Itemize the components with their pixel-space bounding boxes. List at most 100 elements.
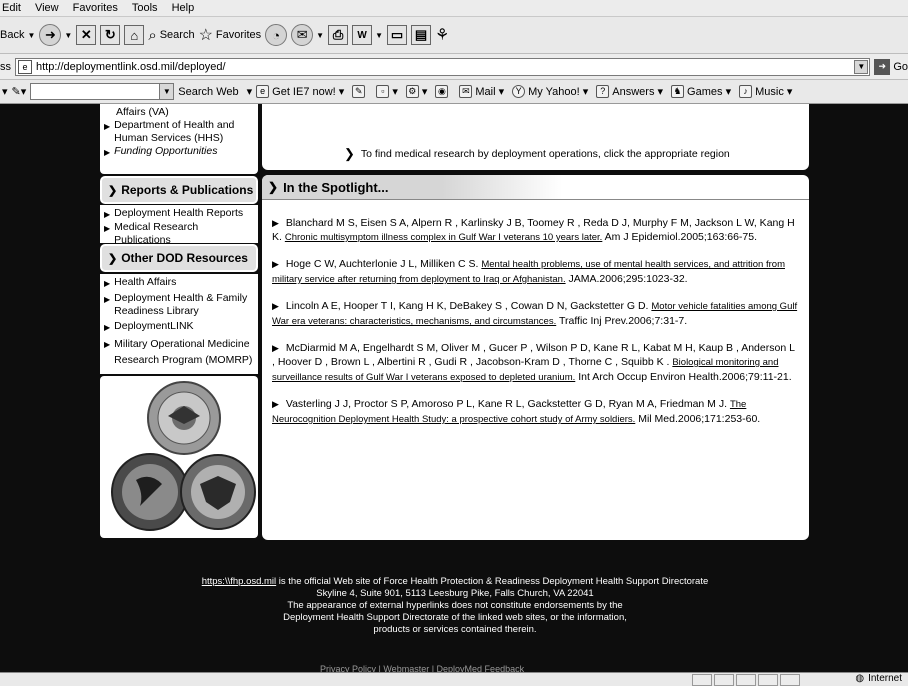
citation-source: Int Arch Occup Environ Health.2006;79:11… — [578, 371, 792, 383]
chevron-down-icon[interactable]: ▼ — [27, 31, 35, 40]
mail-button[interactable]: ✉ ▼ — [291, 22, 324, 48]
chevron-down-icon[interactable]: ▼ — [375, 31, 383, 40]
yahoo-toolbar: ▾ ✎▾ ▼ Search Web ▾ e Get IE7 now! ▾ ✎ ▫… — [0, 80, 908, 104]
my-yahoo-icon: Y — [512, 85, 526, 98]
citation-source: Am J Epidemiol.2005;163:66-75. — [604, 231, 758, 243]
status-bar: ◍ Internet — [0, 672, 908, 686]
answers-label: Answers — [612, 85, 655, 98]
go-button[interactable]: ➜ Go — [874, 58, 908, 75]
sidebar-item-deployment-reports[interactable]: ▶ Deployment Health Reports — [104, 207, 254, 221]
sidebar-item-health-affairs[interactable]: ▶ Health Affairs — [104, 276, 254, 290]
settings-button[interactable]: ⚙ ▾ — [405, 85, 427, 98]
history-button[interactable]: ◔ — [265, 22, 288, 48]
menu-view[interactable]: View — [35, 2, 59, 14]
edit-button[interactable]: W ▼ — [352, 22, 383, 48]
footer-site-link[interactable]: https:\\fhp.osd.mil — [202, 576, 276, 587]
seals-graphic — [111, 381, 256, 531]
sidebar-item-deploymentlink[interactable]: ▶ DeploymentLINK — [104, 320, 254, 334]
spotlight-heading: In the Spotlight... — [283, 179, 389, 195]
menu-bar: Edit View Favorites Tools Help — [0, 0, 908, 17]
sidebar-item-momrp[interactable]: ▶ Military Operational Medicine Research … — [104, 336, 254, 368]
pen-icon: ✎ — [352, 85, 366, 98]
chevron-down-icon[interactable]: ▼ — [854, 59, 869, 74]
print-button[interactable]: ⎙ — [328, 22, 349, 48]
sidebar-item-label: Health Affairs — [114, 276, 177, 288]
sidebar-item-family-library[interactable]: ▶ Deployment Health & Family Readiness Li… — [104, 292, 254, 318]
sidebar-item-label: Affairs (VA) — [116, 106, 169, 118]
antispy-button[interactable]: ◉ — [435, 85, 451, 98]
sidebar-item-label: DeploymentLINK — [114, 320, 194, 332]
home-button[interactable]: ⌂ — [124, 22, 145, 48]
back-label: Back — [0, 29, 25, 41]
yahoo-search-input[interactable] — [30, 83, 161, 100]
standard-toolbar: Back ▼ ➜ ▼ ✕ ↻ ⌂ ⌕ Search ☆ Favorites ◔ … — [0, 17, 908, 54]
citation-source: JAMA.2006;295:1023-32. — [568, 273, 688, 285]
footer-text: is the official Web site of Force Health… — [276, 576, 709, 587]
sidebar-item-va[interactable]: Affairs (VA) — [104, 106, 254, 119]
bullet-icon: ▶ — [104, 340, 111, 349]
search-web-dropdown[interactable]: ▾ — [247, 85, 253, 98]
my-yahoo-button[interactable]: Y My Yahoo! ▾ — [512, 85, 588, 98]
back-button[interactable]: Back ▼ — [0, 22, 35, 48]
citation-item: ▶ Blanchard M S, Eisen S A, Alpern R , K… — [272, 216, 799, 245]
window-icon: ▫ — [376, 85, 390, 98]
pencil-icon[interactable]: ✎▾ — [12, 85, 27, 98]
left-sidebar: Affairs (VA) ▶ Department of Health and H… — [100, 104, 258, 538]
bullet-icon: ▶ — [272, 399, 279, 409]
music-button[interactable]: ♪ Music ▾ — [739, 85, 792, 98]
sidebar-item-label: Deployment Health & Family Readiness Lib… — [114, 292, 248, 317]
sidebar-item-funding[interactable]: ▶ Funding Opportunities — [104, 145, 254, 159]
search-label: Search — [159, 29, 195, 41]
chevron-down-icon[interactable]: ▼ — [160, 83, 175, 100]
bullet-icon: ▶ — [272, 218, 279, 228]
yahoo-menu-button[interactable]: ▾ — [2, 85, 8, 98]
chevron-down-icon[interactable]: ▼ — [316, 31, 324, 40]
hhs-seal-icon[interactable] — [111, 453, 189, 531]
mail-button[interactable]: ✉ Mail ▾ — [459, 85, 504, 98]
mail-label: Mail — [475, 85, 496, 98]
address-input[interactable]: e http://deploymentlink.osd.mil/deployed… — [15, 57, 871, 76]
reports-list: ▶ Deployment Health Reports ▶ Medical Rese… — [100, 205, 258, 246]
get-ie7-button[interactable]: e Get IE7 now! ▾ — [256, 85, 344, 98]
security-zone: ◍ Internet — [855, 673, 902, 684]
menu-help[interactable]: Help — [172, 2, 195, 14]
refresh-button[interactable]: ↻ — [100, 22, 121, 48]
music-label: Music — [755, 85, 784, 98]
menu-edit[interactable]: Edit — [2, 2, 21, 14]
highlight-button[interactable]: ✎ — [352, 85, 368, 98]
sidebar-item-hhs[interactable]: ▶ Department of Health and Human Services… — [104, 119, 254, 145]
search-web-label: Search Web — [178, 85, 239, 98]
va-seal-icon[interactable] — [180, 454, 256, 530]
status-cell — [692, 674, 712, 686]
search-button[interactable]: ⌕ Search — [148, 22, 194, 48]
discuss-icon: ▭ — [387, 25, 408, 45]
sidebar-item-label: Military Operational Medicine Research P… — [114, 338, 253, 366]
search-web-button[interactable]: Search Web — [178, 86, 238, 98]
chevron-right-icon: ❯ — [108, 252, 118, 265]
answers-button[interactable]: ? Answers ▾ — [596, 85, 663, 98]
citation-source: Traffic Inj Prev.2006;7:31-7. — [558, 315, 688, 327]
chevron-right-icon: ❯ — [108, 184, 118, 197]
status-cell — [714, 674, 734, 686]
research-button[interactable]: ▤ — [411, 22, 432, 48]
menu-tools[interactable]: Tools — [132, 2, 158, 14]
chevron-right-icon: ❯ — [268, 180, 279, 194]
games-button[interactable]: ♞ Games ▾ — [671, 85, 731, 98]
sidebar-item-label: Funding Opportunities — [114, 145, 218, 157]
stop-button[interactable]: ✕ — [76, 22, 97, 48]
chevron-down-icon[interactable]: ▼ — [64, 31, 72, 40]
messenger-button[interactable]: ⚘ — [435, 22, 449, 48]
agency-seals — [100, 376, 258, 538]
favorites-button[interactable]: ☆ Favorites — [199, 22, 262, 48]
stop-icon: ✕ — [76, 25, 97, 45]
popup-blocker-button[interactable]: ▫ ▾ — [376, 85, 398, 98]
page-footer: https:\\fhp.osd.mil is the official Web … — [100, 576, 810, 636]
dod-heading-label: Other DOD Resources — [121, 251, 248, 265]
discuss-button[interactable]: ▭ — [387, 22, 408, 48]
dod-seal-icon[interactable] — [147, 381, 221, 455]
citation-link[interactable]: Chronic multisymptom illness complex in … — [285, 232, 602, 243]
menu-favorites[interactable]: Favorites — [73, 2, 118, 14]
forward-button[interactable]: ➜ ▼ — [39, 22, 72, 48]
shield-icon: ◉ — [435, 85, 449, 98]
footer-disclaimer-2: Deployment Health Support Directorate of… — [283, 612, 627, 623]
